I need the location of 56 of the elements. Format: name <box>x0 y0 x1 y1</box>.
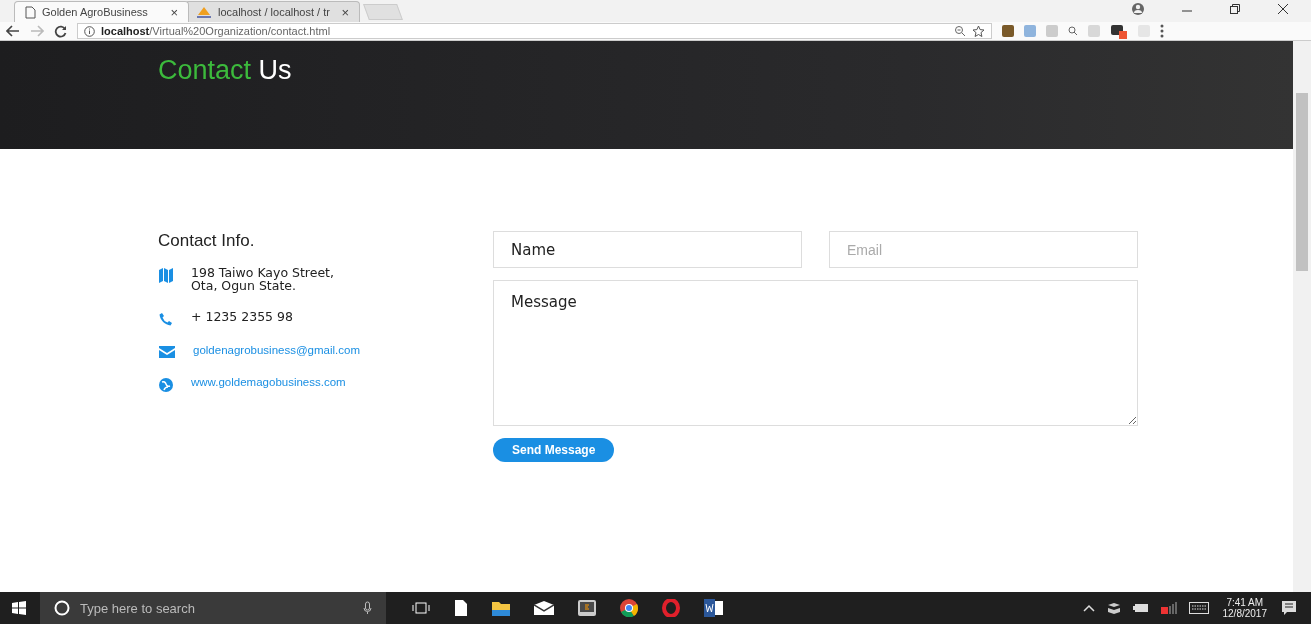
page-title: Contact Us <box>158 54 292 87</box>
email-field[interactable]: Email <box>829 231 1138 268</box>
contact-text: 198 Taiwo Kayo Street, Ota, Ogun State. <box>191 266 334 292</box>
search-placeholder: Type here to search <box>80 600 195 616</box>
code-editor-icon[interactable] <box>578 600 596 616</box>
microphone-icon[interactable] <box>363 601 372 615</box>
clock-time[interactable]: 7:41 AM <box>1226 597 1264 608</box>
battery-icon[interactable] <box>1132 603 1149 613</box>
close-icon[interactable]: × <box>170 4 178 20</box>
reload-icon[interactable] <box>54 24 67 38</box>
close-icon[interactable]: × <box>341 4 349 20</box>
search-icon[interactable] <box>1068 26 1078 36</box>
windows-start-icon[interactable] <box>12 601 26 615</box>
document-icon[interactable] <box>454 599 468 617</box>
network-disconnected-icon[interactable] <box>1160 602 1177 614</box>
map-icon <box>159 268 173 283</box>
url-text: localhost/Virtual%20Organization/contact.html <box>101 25 331 37</box>
contact-link[interactable]: goldenagrobusiness@gmail.com <box>193 344 360 356</box>
folder-icon[interactable] <box>492 600 510 616</box>
restore-icon[interactable] <box>1229 3 1241 15</box>
zoom-icon[interactable] <box>954 25 966 37</box>
notification-icon[interactable] <box>1281 600 1297 616</box>
contact-link[interactable]: www.goldemagobusiness.com <box>191 376 346 388</box>
keyboard-icon[interactable] <box>1188 602 1209 614</box>
tab-title: localhost / localhost / tr <box>218 6 331 18</box>
info-icon <box>84 25 95 37</box>
globe-icon <box>159 378 173 392</box>
scrollbar[interactable] <box>1293 41 1311 592</box>
browser-tab[interactable]: Golden AgroBusiness × <box>14 1 189 22</box>
chevron-up-icon[interactable] <box>1082 604 1095 612</box>
close-icon[interactable] <box>1277 3 1289 15</box>
badge-extension-icon[interactable] <box>1110 23 1128 39</box>
section-heading: Contact Info. <box>158 231 256 251</box>
envelope-icon[interactable] <box>534 601 554 615</box>
scrollbar-thumb[interactable] <box>1296 93 1308 271</box>
menu-icon[interactable] <box>1160 24 1164 38</box>
star-icon[interactable] <box>972 24 985 38</box>
cortana-circle-icon <box>54 600 70 616</box>
box-tray-icon[interactable] <box>1106 602 1121 614</box>
address-bar[interactable]: localhost/Virtual%20Organization/contact.html <box>77 23 992 39</box>
chrome-icon[interactable] <box>620 599 638 617</box>
taskbar-search-field[interactable]: Type here to search <box>40 592 386 624</box>
message-field[interactable]: Message <box>493 280 1138 426</box>
page-icon <box>25 5 36 19</box>
envelope-icon <box>159 346 175 358</box>
sail-icon <box>196 5 212 19</box>
clock-date[interactable]: 12/8/2017 <box>1222 608 1267 619</box>
task-view-icon[interactable] <box>412 601 430 615</box>
name-field[interactable]: Name <box>493 231 802 268</box>
contact-text: + 1235 2355 98 <box>191 310 293 323</box>
back-arrow-icon[interactable] <box>6 25 20 37</box>
opera-icon[interactable] <box>662 599 680 617</box>
profile-icon[interactable] <box>1131 2 1145 16</box>
word-icon[interactable] <box>704 599 724 617</box>
tab-title: Golden AgroBusiness <box>42 6 149 18</box>
phone-icon <box>159 312 173 326</box>
